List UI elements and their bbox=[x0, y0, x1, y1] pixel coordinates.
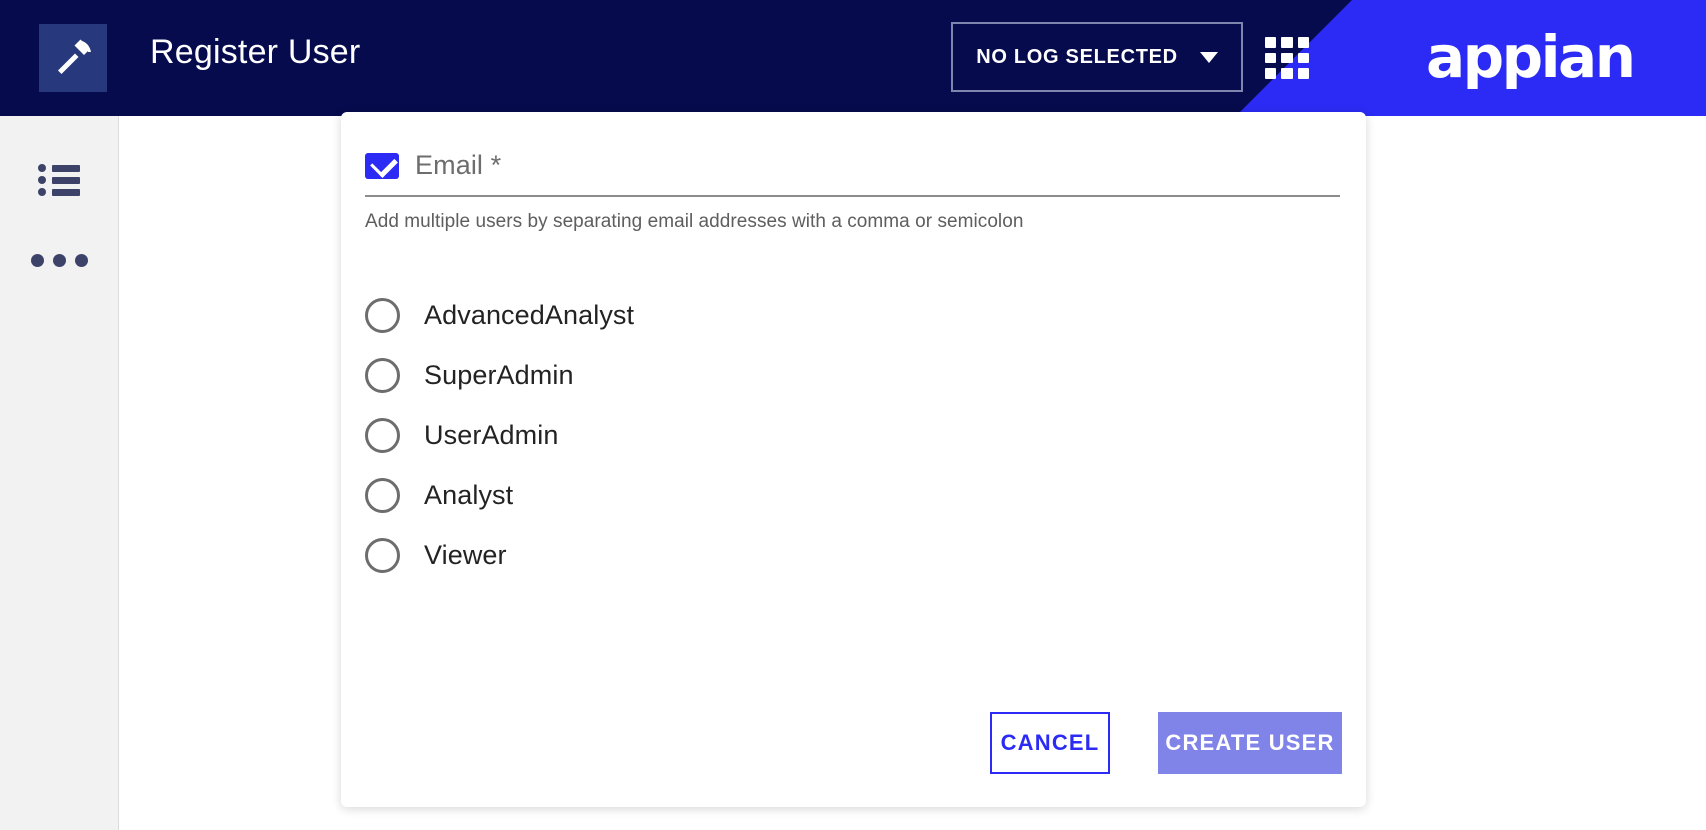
list-icon bbox=[38, 164, 80, 196]
chevron-down-icon bbox=[1199, 51, 1218, 63]
email-field[interactable]: Email * bbox=[365, 150, 1340, 197]
sidebar-item-more[interactable] bbox=[0, 230, 118, 290]
role-option-label: Analyst bbox=[424, 479, 514, 510]
more-horizontal-icon bbox=[30, 253, 88, 267]
page-title: Register User bbox=[150, 33, 361, 71]
apps-grid-icon[interactable] bbox=[1265, 37, 1309, 79]
email-input-placeholder: Email * bbox=[415, 150, 502, 180]
radio-icon[interactable] bbox=[365, 357, 400, 393]
role-option-label: AdvancedAnalyst bbox=[424, 299, 635, 330]
envelope-icon bbox=[365, 152, 399, 179]
sidebar bbox=[0, 116, 119, 830]
email-helper-text: Add multiple users by separating email a… bbox=[365, 211, 1024, 232]
app-logo[interactable] bbox=[39, 24, 107, 92]
role-radio-group: AdvancedAnalyst SuperAdmin UserAdmin Ana… bbox=[365, 285, 1342, 585]
radio-icon[interactable] bbox=[365, 477, 400, 513]
hammer-icon bbox=[50, 33, 96, 84]
role-option-superadmin[interactable]: SuperAdmin bbox=[365, 345, 1342, 405]
role-option-viewer[interactable]: Viewer bbox=[365, 525, 1342, 585]
sidebar-item-list[interactable] bbox=[0, 150, 118, 210]
main-content: Email * Add multiple users by separating… bbox=[119, 112, 1706, 830]
log-selector-dropdown[interactable]: NO LOG SELECTED bbox=[951, 22, 1243, 92]
radio-icon[interactable] bbox=[365, 537, 400, 573]
role-option-label: UserAdmin bbox=[424, 419, 559, 450]
create-user-button[interactable]: CREATE USER bbox=[1158, 712, 1342, 774]
log-selector-label: NO LOG SELECTED bbox=[976, 45, 1178, 68]
role-option-useradmin[interactable]: UserAdmin bbox=[365, 405, 1342, 465]
app-header: appian Register User NO LOG SELECTED bbox=[0, 0, 1706, 116]
form-actions: CANCEL CREATE USER bbox=[990, 712, 1342, 774]
role-option-label: SuperAdmin bbox=[424, 359, 574, 390]
appian-logo: appian bbox=[1426, 22, 1636, 91]
register-user-card: Email * Add multiple users by separating… bbox=[341, 112, 1366, 807]
role-option-analyst[interactable]: Analyst bbox=[365, 465, 1342, 525]
cancel-button[interactable]: CANCEL bbox=[990, 712, 1110, 774]
role-option-advancedanalyst[interactable]: AdvancedAnalyst bbox=[365, 285, 1342, 345]
role-option-label: Viewer bbox=[424, 539, 507, 570]
radio-icon[interactable] bbox=[365, 297, 400, 333]
radio-icon[interactable] bbox=[365, 417, 400, 453]
